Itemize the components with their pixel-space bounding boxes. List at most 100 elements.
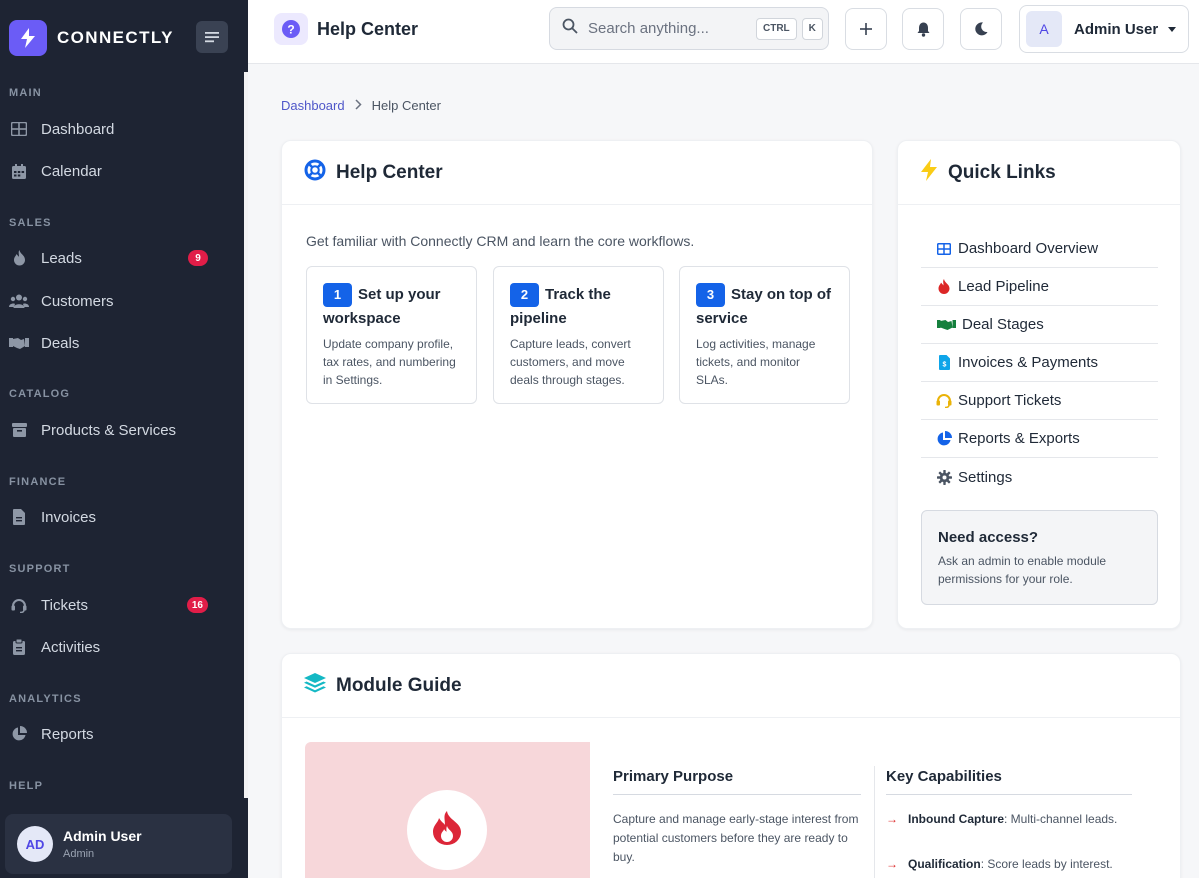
- quick-links-card: Quick Links Dashboard Overview Lead Pipe…: [897, 140, 1181, 629]
- account-menu[interactable]: A Admin User: [1019, 5, 1189, 53]
- divider: [613, 794, 861, 795]
- notifications-button[interactable]: [902, 8, 944, 50]
- arrow-right-icon: →: [886, 857, 898, 871]
- svg-text:$: $: [942, 362, 946, 369]
- sidebar-item-label: Dashboard: [41, 120, 115, 138]
- search-box[interactable]: CTRL K: [549, 7, 829, 50]
- section-label-support: SUPPORT: [9, 563, 71, 575]
- step-description: Update company profile, tax rates, and n…: [323, 337, 456, 388]
- brand[interactable]: CONNECTLY: [9, 20, 174, 56]
- fire-icon: [936, 279, 952, 295]
- quick-link-label: Settings: [958, 468, 1013, 486]
- user-name: Admin User: [63, 828, 142, 844]
- sidebar-item-calendar[interactable]: Calendar: [9, 155, 219, 187]
- sidebar-item-label: Reports: [41, 725, 94, 743]
- caret-down-icon: [1168, 27, 1176, 32]
- headset-icon: [9, 595, 29, 615]
- invoice-icon: [9, 507, 29, 527]
- clipboard-icon: [9, 637, 29, 657]
- add-button[interactable]: [845, 8, 887, 50]
- quick-link-lead-pipeline[interactable]: Lead Pipeline: [921, 268, 1158, 306]
- help-center-card: Help Center Get familiar with Connectly …: [281, 140, 873, 629]
- sidebar: CONNECTLY MAIN Dashboard Calendar SALES …: [0, 0, 248, 878]
- sidebar-item-tickets[interactable]: Tickets 16: [9, 589, 219, 621]
- section-label-sales: SALES: [9, 217, 52, 229]
- quick-link-deal-stages[interactable]: Deal Stages: [921, 306, 1158, 344]
- sidebar-item-activities[interactable]: Activities: [9, 631, 219, 663]
- quick-link-label: Support Tickets: [958, 392, 1062, 409]
- sidebar-item-label: Tickets: [41, 596, 88, 614]
- chevron-right-icon: [355, 98, 362, 113]
- quick-link-label: Deal Stages: [962, 316, 1044, 333]
- quick-link-settings[interactable]: Settings: [921, 458, 1158, 496]
- help-center-title: Help Center: [336, 161, 443, 183]
- sidebar-toggle-button[interactable]: [196, 21, 228, 53]
- top-header: ? Help Center CTRL K A Admin User: [248, 0, 1199, 64]
- sidebar-scrollbar[interactable]: [244, 72, 248, 798]
- hamburger-icon: [205, 32, 219, 43]
- handshake-icon: [9, 333, 29, 353]
- box-icon: [9, 420, 29, 440]
- quick-link-label: Lead Pipeline: [958, 278, 1049, 295]
- sidebar-user-card[interactable]: AD Admin User Admin: [5, 814, 232, 874]
- quick-link-reports-exports[interactable]: Reports & Exports: [921, 420, 1158, 458]
- quick-link-label: Dashboard Overview: [958, 240, 1099, 257]
- capability-name: Inbound Capture: [908, 812, 1004, 826]
- calendar-icon: [9, 161, 29, 181]
- bolt-icon: [920, 159, 938, 186]
- handshake-icon: [936, 317, 956, 333]
- help-circle-icon: ?: [274, 13, 308, 45]
- sidebar-item-invoices[interactable]: Invoices: [9, 501, 219, 533]
- moon-icon: [975, 22, 988, 36]
- quick-link-label: Reports & Exports: [958, 430, 1080, 447]
- lifebuoy-icon: [304, 159, 326, 186]
- section-label-help: HELP: [9, 780, 44, 792]
- shortcut-key-k: K: [801, 17, 823, 40]
- fire-icon: [432, 810, 462, 850]
- search-icon: [562, 18, 578, 39]
- invoice-icon: $: [936, 355, 952, 371]
- capability-item: → Inbound Capture: Multi-channel leads.: [886, 810, 1136, 829]
- section-label-finance: FINANCE: [9, 476, 67, 488]
- sidebar-item-label: Deals: [41, 334, 80, 352]
- user-role: Admin: [63, 848, 95, 860]
- column-divider: [874, 766, 875, 878]
- quick-link-invoices-payments[interactable]: $ Invoices & Payments: [921, 344, 1158, 382]
- avatar: AD: [17, 826, 53, 862]
- step-card: 2 Track the pipeline Capture leads, conve…: [493, 266, 664, 404]
- page-title: Help Center: [317, 19, 419, 39]
- sidebar-item-reports[interactable]: Reports: [9, 718, 219, 750]
- step-card: 1 Set up your workspace Update company pr…: [306, 266, 477, 404]
- section-label-main: MAIN: [9, 87, 42, 99]
- sidebar-item-products-services[interactable]: Products & Services: [9, 414, 219, 446]
- layers-icon: [304, 673, 326, 698]
- capability-description: : Score leads by interest.: [980, 857, 1113, 871]
- primary-purpose-title: Primary Purpose: [613, 768, 734, 785]
- sidebar-item-leads[interactable]: Leads 9: [9, 242, 219, 274]
- need-access-title: Need access?: [938, 529, 1039, 546]
- module-badge: [407, 790, 487, 870]
- step-number: 2: [510, 283, 539, 308]
- capability-item: → Qualification: Score leads by interest.: [886, 855, 1146, 874]
- sidebar-item-dashboard[interactable]: Dashboard: [9, 113, 219, 145]
- pie-chart-icon: [936, 430, 952, 447]
- shortcut-key-ctrl: CTRL: [756, 17, 797, 40]
- search-input[interactable]: [588, 20, 738, 37]
- module-guide-card: Module Guide Primary Purpose Capture and…: [281, 653, 1181, 878]
- tickets-count-badge: 16: [186, 597, 208, 613]
- quick-link-support-tickets[interactable]: Support Tickets: [921, 382, 1158, 420]
- sidebar-item-label: Invoices: [41, 508, 97, 526]
- sidebar-item-customers[interactable]: Customers: [9, 285, 219, 317]
- grid-icon: [9, 119, 29, 139]
- step-number: 3: [696, 283, 725, 308]
- sidebar-item-deals[interactable]: Deals: [9, 327, 219, 359]
- divider: [886, 794, 1132, 795]
- sidebar-item-label: Activities: [41, 638, 101, 656]
- leads-count-badge: 9: [188, 250, 208, 266]
- breadcrumb-link-dashboard[interactable]: Dashboard: [281, 98, 345, 113]
- step-number: 1: [323, 283, 352, 308]
- quick-link-dashboard-overview[interactable]: Dashboard Overview: [921, 230, 1158, 268]
- sidebar-item-label: Calendar: [41, 162, 102, 180]
- theme-toggle-button[interactable]: [960, 8, 1002, 50]
- capability-name: Qualification: [908, 857, 981, 871]
